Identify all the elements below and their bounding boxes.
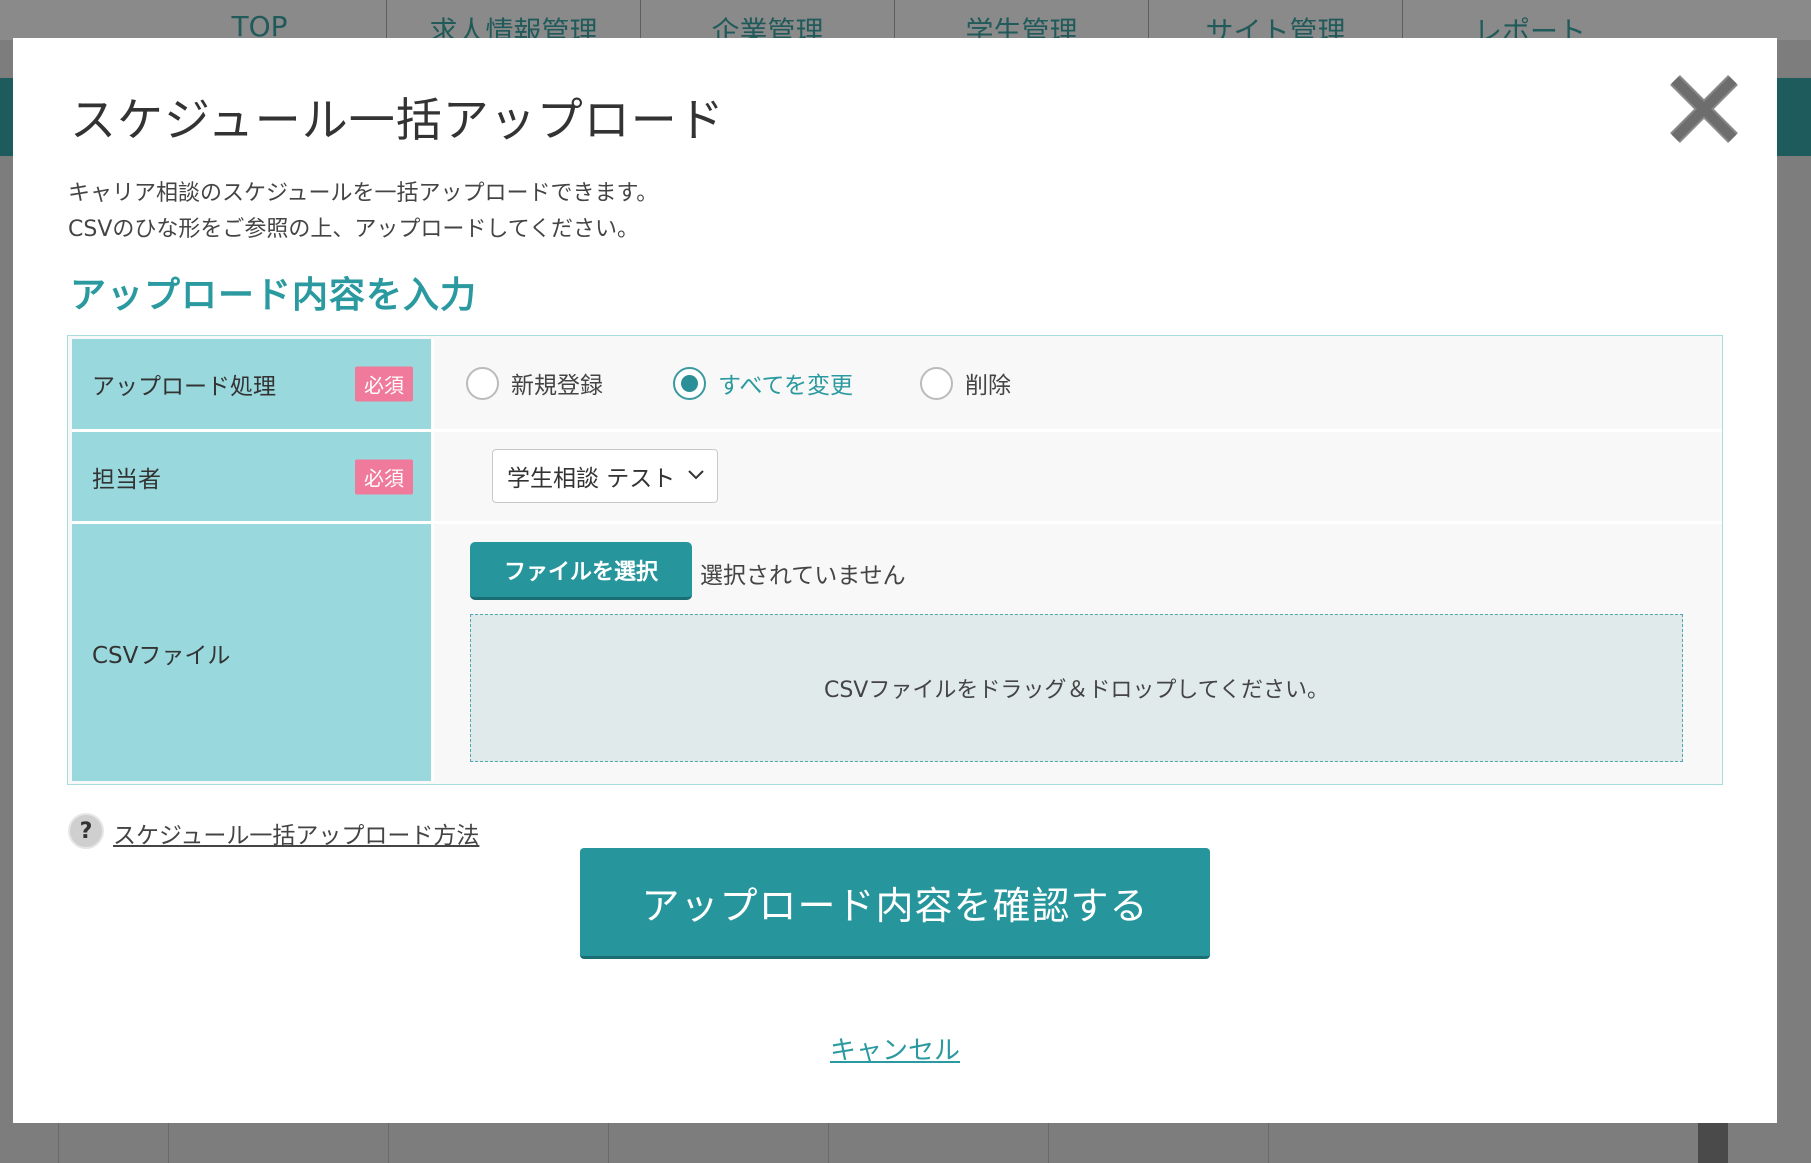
cancel-link-container: キャンセル <box>13 1030 1777 1067</box>
cancel-link[interactable]: キャンセル <box>830 1036 960 1066</box>
radio-label: 削除 <box>965 373 1011 399</box>
description-line-2: CSVのひな形をご参照の上、アップロードしてください。 <box>68 217 640 242</box>
nav-item-companies: 企業管理 <box>641 0 895 48</box>
person-in-charge-label: 担当者 <box>92 466 161 493</box>
row-upload-process: アップロード処理 必須 新規登録 すべてを変更 削除 <box>72 339 1722 429</box>
csv-drop-zone[interactable]: CSVファイルをドラッグ＆ドロップしてください。 <box>470 614 1683 762</box>
upload-modal: スケジュール一括アップロード キャリア相談のスケジュールを一括アップロードできま… <box>13 38 1777 1123</box>
description-line-1: キャリア相談のスケジュールを一括アップロードできます。 <box>68 181 659 206</box>
required-badge: 必須 <box>355 459 413 494</box>
radio-circle-checked[interactable] <box>673 366 706 400</box>
person-in-charge-value: 学生相談 テスト <box>431 432 1722 521</box>
upload-process-label: アップロード処理 <box>92 374 276 400</box>
radio-circle[interactable] <box>920 366 953 400</box>
nav-item-jobs: 求人情報管理 <box>387 0 641 48</box>
required-badge: 必須 <box>355 366 413 402</box>
nav-item-site: サイト管理 <box>1149 0 1403 48</box>
background-scrollbar <box>1698 1123 1728 1163</box>
help-icon: ? <box>68 813 104 849</box>
csv-file-label-cell: CSVファイル <box>72 524 431 781</box>
radio-circle[interactable] <box>466 366 499 400</box>
modal-description: キャリア相談のスケジュールを一括アップロードできます。 CSVのひな形をご参照の… <box>68 176 658 248</box>
row-csv-file: CSVファイル ファイルを選択 選択されていません CSVファイルをドラッグ＆ド… <box>72 524 1722 781</box>
radio-label: 新規登録 <box>511 373 603 399</box>
confirm-upload-button[interactable]: アップロード内容を確認する <box>580 848 1210 959</box>
upload-process-label-cell: アップロード処理 必須 <box>72 339 431 429</box>
csv-file-label: CSVファイル <box>92 642 231 669</box>
close-icon[interactable] <box>1663 68 1745 150</box>
radio-delete[interactable]: 削除 <box>920 366 1011 400</box>
section-title: アップロード内容を入力 <box>70 275 478 316</box>
row-person-in-charge: 担当者 必須 学生相談 テスト <box>72 432 1722 521</box>
drop-zone-hint: CSVファイルをドラッグ＆ドロップしてください。 <box>823 678 1330 703</box>
select-value: 学生相談 テスト <box>507 466 676 492</box>
help-link[interactable]: スケジュール一括アップロード方法 <box>113 816 479 850</box>
radio-label: すべてを変更 <box>718 373 854 399</box>
background-table <box>0 1123 1811 1163</box>
nav-item-students: 学生管理 <box>895 0 1149 48</box>
choose-file-button[interactable]: ファイルを選択 <box>470 542 692 600</box>
csv-file-value: ファイルを選択 選択されていません CSVファイルをドラッグ＆ドロップしてくださ… <box>431 524 1722 781</box>
chevron-down-icon <box>688 470 704 480</box>
upload-form: アップロード処理 必須 新規登録 すべてを変更 削除 担当者 必須 学生相談 テ… <box>67 335 1723 785</box>
file-status: 選択されていません <box>700 563 906 589</box>
radio-new-registration[interactable]: 新規登録 <box>466 366 603 400</box>
upload-process-options: 新規登録 すべてを変更 削除 <box>431 339 1722 429</box>
radio-change-all[interactable]: すべてを変更 <box>673 366 853 400</box>
nav-item-report: レポート <box>1473 15 1586 48</box>
person-in-charge-label-cell: 担当者 必須 <box>72 432 431 521</box>
modal-title: スケジュール一括アップロード <box>70 93 725 147</box>
nav-item-top: TOP <box>133 0 387 43</box>
person-in-charge-select[interactable]: 学生相談 テスト <box>492 449 718 503</box>
background-nav: TOP 求人情報管理 企業管理 学生管理 サイト管理 レポート <box>0 0 1811 48</box>
